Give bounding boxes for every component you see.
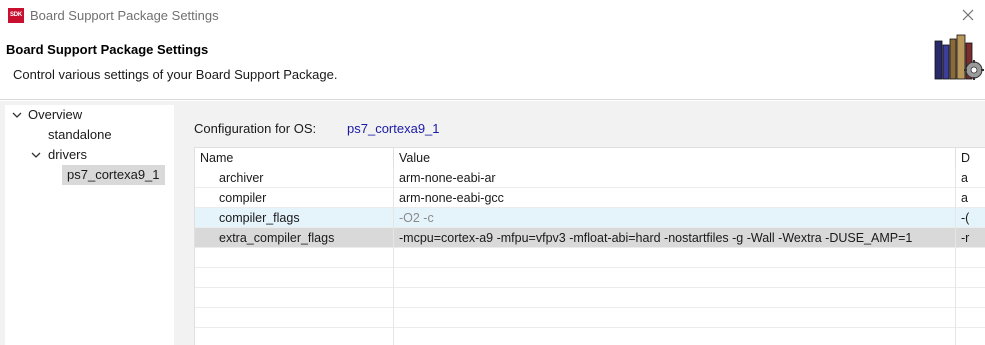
row-value[interactable]: -O2 -c — [394, 208, 956, 228]
tree-item-overview[interactable]: Overview — [28, 105, 82, 125]
dialog-body: Overview standalone drivers ps7_cortexa9… — [0, 101, 985, 345]
settings-table: Name Value D archiver arm-none-eabi-ar a… — [194, 147, 985, 345]
column-header-value[interactable]: Value — [394, 148, 956, 168]
tree-item-ps7-cortexa9-1[interactable]: ps7_cortexa9_1 — [62, 165, 165, 185]
close-icon[interactable] — [959, 6, 977, 24]
row-value[interactable]: arm-none-eabi-gcc — [394, 188, 956, 208]
chevron-down-icon[interactable] — [31, 150, 41, 160]
empty-cell — [394, 288, 956, 308]
empty-row — [195, 268, 985, 288]
table-row[interactable]: compiler_flags -O2 -c -( — [195, 208, 985, 228]
tree-item-standalone[interactable]: standalone — [48, 125, 112, 145]
table-row[interactable]: extra_compiler_flags -mcpu=cortex-a9 -mf… — [195, 228, 985, 248]
sdk-app-icon: SDK — [8, 8, 24, 23]
empty-cell — [394, 248, 956, 268]
empty-row — [195, 308, 985, 328]
row-description: -r — [956, 228, 985, 248]
row-name: compiler_flags — [195, 208, 394, 228]
table-row[interactable]: compiler arm-none-eabi-gcc a — [195, 188, 985, 208]
empty-row — [195, 288, 985, 308]
row-value[interactable]: -mcpu=cortex-a9 -mfpu=vfpv3 -mfloat-abi=… — [394, 228, 956, 248]
column-header-name[interactable]: Name — [195, 148, 394, 168]
chevron-down-icon[interactable] — [12, 110, 22, 120]
empty-row — [195, 248, 985, 268]
books-settings-icon — [934, 34, 984, 80]
row-description: a — [956, 168, 985, 188]
dialog-header: Board Support Package Settings Control v… — [0, 31, 985, 100]
empty-cell — [195, 328, 394, 345]
header-title: Board Support Package Settings — [6, 42, 209, 57]
table-row[interactable]: archiver arm-none-eabi-ar a — [195, 168, 985, 188]
window-title: Board Support Package Settings — [30, 8, 219, 23]
row-description: a — [956, 188, 985, 208]
row-description: -( — [956, 208, 985, 228]
column-header-description[interactable]: D — [956, 148, 985, 168]
empty-cell — [394, 268, 956, 288]
empty-cell — [195, 268, 394, 288]
config-os-value: ps7_cortexa9_1 — [347, 121, 440, 136]
tree-item-drivers[interactable]: drivers — [48, 145, 87, 165]
table-header: Name Value D — [195, 148, 985, 168]
empty-cell — [195, 248, 394, 268]
row-name: archiver — [195, 168, 394, 188]
empty-row — [195, 328, 985, 345]
title-bar: SDK Board Support Package Settings — [0, 0, 985, 31]
row-value[interactable]: arm-none-eabi-ar — [394, 168, 956, 188]
row-name: compiler — [195, 188, 394, 208]
empty-cell — [394, 328, 956, 345]
header-description: Control various settings of your Board S… — [13, 67, 338, 82]
row-name: extra_compiler_flags — [195, 228, 394, 248]
empty-cell — [394, 308, 956, 328]
empty-cell — [195, 308, 394, 328]
navigation-tree: Overview standalone drivers ps7_cortexa9… — [5, 105, 174, 345]
config-os-label: Configuration for OS: — [194, 121, 317, 136]
empty-cell — [195, 288, 394, 308]
